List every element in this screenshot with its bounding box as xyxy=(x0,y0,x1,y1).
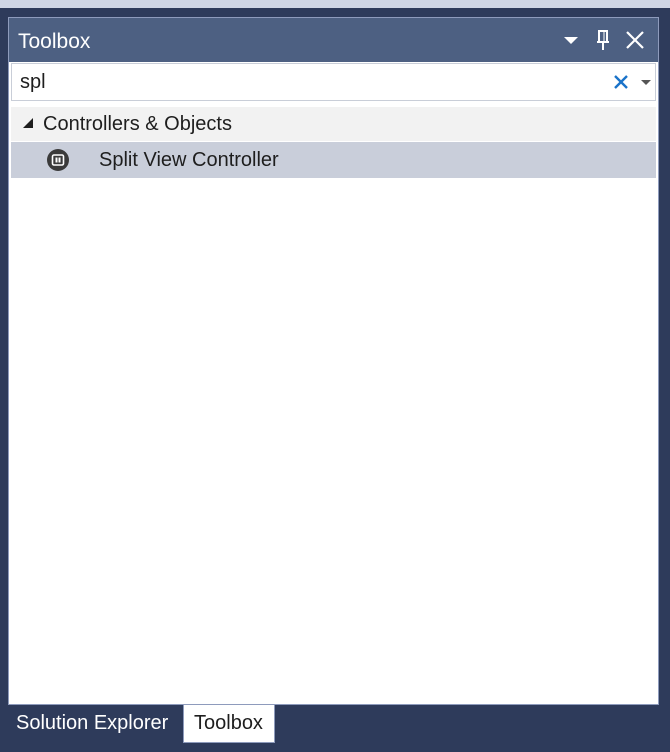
chevron-down-icon xyxy=(641,80,651,85)
tab-toolbox[interactable]: Toolbox xyxy=(183,705,275,743)
search-options-dropdown[interactable] xyxy=(639,76,653,88)
item-label: Split View Controller xyxy=(99,149,279,171)
clear-search-button[interactable] xyxy=(610,71,632,93)
tab-solution-explorer[interactable]: Solution Explorer xyxy=(8,705,181,743)
pin-button[interactable] xyxy=(590,27,616,53)
search-box xyxy=(11,63,656,101)
close-button[interactable] xyxy=(622,27,648,53)
bottom-border-strip xyxy=(0,743,670,752)
split-view-controller-icon xyxy=(47,149,69,171)
close-icon xyxy=(626,31,644,49)
window-position-dropdown-button[interactable] xyxy=(558,27,584,53)
toolbox-group-header[interactable]: Controllers & Objects xyxy=(11,107,656,141)
panel-titlebar[interactable]: Toolbox xyxy=(9,18,658,62)
clear-x-icon xyxy=(614,75,628,89)
expanded-triangle-icon xyxy=(23,118,33,128)
panel-title: Toolbox xyxy=(18,30,91,53)
top-border-strip xyxy=(0,0,670,8)
group-label: Controllers & Objects xyxy=(43,113,232,135)
chevron-down-icon xyxy=(564,37,578,44)
pin-icon xyxy=(597,30,609,50)
toolbox-item[interactable]: Split View Controller xyxy=(11,142,656,178)
toolbox-panel: Toolbox spl Controllers & Objects Split … xyxy=(8,17,659,705)
search-input[interactable] xyxy=(20,69,600,95)
